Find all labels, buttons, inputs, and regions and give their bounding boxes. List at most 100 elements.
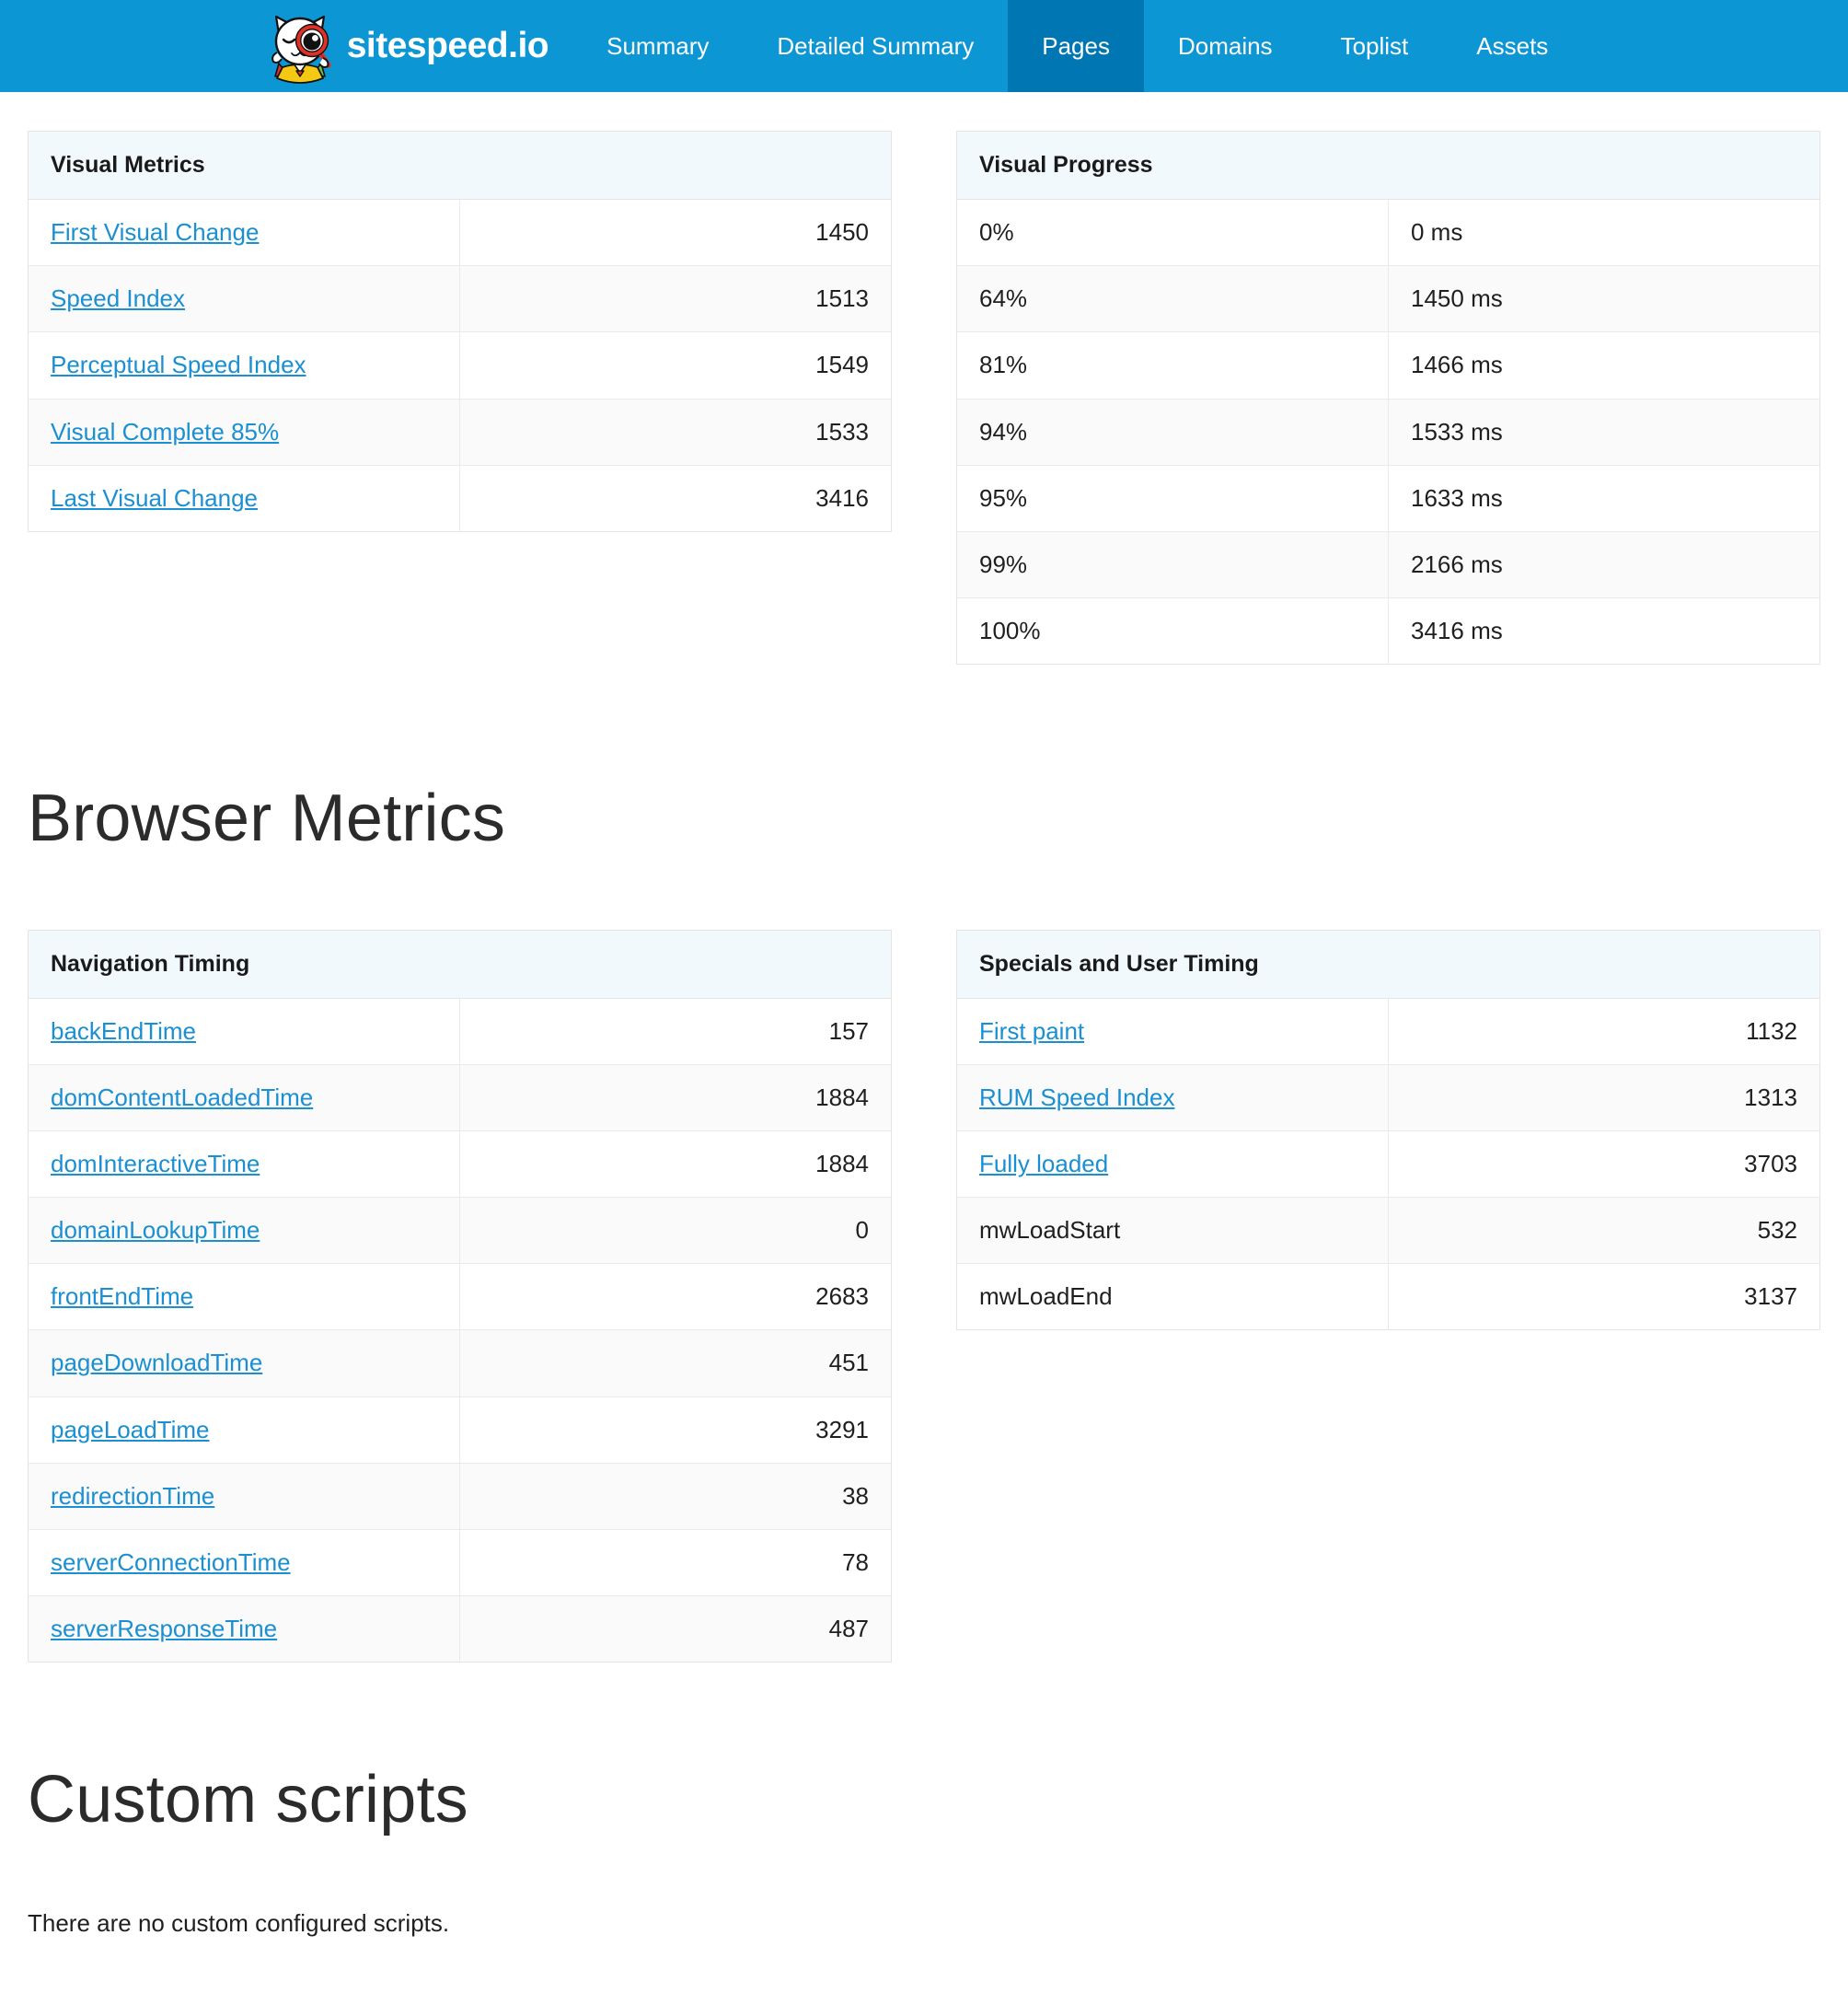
- metric-value-cell: 1549: [459, 331, 892, 400]
- progress-percent-cell: 100%: [956, 597, 1389, 665]
- metric-label-cell: First paint: [956, 997, 1389, 1065]
- metric-value-cell: 38: [459, 1462, 892, 1530]
- visual-progress-title: Visual Progress: [956, 131, 1820, 200]
- metric-value-cell: 1884: [459, 1063, 892, 1131]
- metric-value-cell: 487: [459, 1595, 892, 1663]
- table-row: mwLoadEnd 3137: [956, 1263, 1820, 1330]
- visual-progress-column: Visual Progress 0% 0 ms 64% 1450 ms 81% …: [956, 131, 1820, 666]
- metric-link[interactable]: Perceptual Speed Index: [51, 351, 306, 378]
- metric-link[interactable]: First paint: [979, 1017, 1084, 1045]
- metric-label-cell: domContentLoadedTime: [28, 1063, 460, 1131]
- nav-item-domains[interactable]: Domains: [1144, 0, 1307, 92]
- metric-value-cell: 3416: [459, 464, 892, 532]
- metric-label-cell: Visual Complete 85%: [28, 398, 460, 466]
- top-navigation-bar: sitespeed.io Summary Detailed Summary Pa…: [0, 0, 1848, 92]
- metric-label-cell: pageDownloadTime: [28, 1329, 460, 1397]
- nav-item-assets[interactable]: Assets: [1442, 0, 1582, 92]
- navigation-timing-table: Navigation Timing backEndTime 157 domCon…: [28, 929, 892, 1663]
- table-row: 94% 1533 ms: [956, 398, 1820, 466]
- metric-value-cell: 1533: [459, 398, 892, 466]
- specials-user-timing-title: Specials and User Timing: [956, 930, 1820, 999]
- metric-link[interactable]: RUM Speed Index: [979, 1083, 1174, 1111]
- metric-label-cell: Last Visual Change: [28, 464, 460, 532]
- table-row: 0% 0 ms: [956, 198, 1820, 266]
- metric-label-cell: redirectionTime: [28, 1462, 460, 1530]
- nav-item-detailed-summary[interactable]: Detailed Summary: [743, 0, 1008, 92]
- nav-item-label: Detailed Summary: [777, 32, 975, 60]
- table-row: serverResponseTime 487: [28, 1595, 892, 1663]
- nav-item-summary[interactable]: Summary: [572, 0, 743, 92]
- metric-link[interactable]: domInteractiveTime: [51, 1150, 260, 1177]
- table-row: RUM Speed Index 1313: [956, 1063, 1820, 1131]
- table-row: redirectionTime 38: [28, 1462, 892, 1530]
- metric-link[interactable]: First Visual Change: [51, 218, 259, 246]
- brand-home-link[interactable]: sitespeed.io: [266, 0, 572, 92]
- metric-label-cell: Fully loaded: [956, 1130, 1389, 1198]
- metric-link[interactable]: backEndTime: [51, 1017, 196, 1045]
- metric-value-cell: 451: [459, 1329, 892, 1397]
- metric-link[interactable]: Speed Index: [51, 284, 185, 312]
- metric-link[interactable]: Fully loaded: [979, 1150, 1108, 1177]
- table-header-row: Navigation Timing: [28, 930, 892, 999]
- browser-metrics-row: Navigation Timing backEndTime 157 domCon…: [28, 929, 1820, 1663]
- browser-metrics-heading: Browser Metrics: [28, 782, 506, 856]
- metric-link[interactable]: domContentLoadedTime: [51, 1083, 313, 1111]
- table-row: 64% 1450 ms: [956, 265, 1820, 332]
- table-row: serverConnectionTime 78: [28, 1528, 892, 1596]
- nav-item-toplist[interactable]: Toplist: [1307, 0, 1443, 92]
- metric-label-cell: mwLoadEnd: [956, 1263, 1389, 1330]
- table-header-row: Specials and User Timing: [956, 930, 1820, 999]
- metric-value-cell: 1884: [459, 1130, 892, 1198]
- nav-item-label: Summary: [606, 32, 710, 60]
- metric-value-cell: 1513: [459, 265, 892, 332]
- table-header-row: Visual Progress: [956, 131, 1820, 200]
- table-row: frontEndTime 2683: [28, 1263, 892, 1330]
- progress-time-cell: 1450 ms: [1388, 265, 1820, 332]
- table-row: First paint 1132: [956, 997, 1820, 1065]
- metric-value-cell: 157: [459, 997, 892, 1065]
- nav-item-label: Toplist: [1340, 32, 1409, 60]
- metric-value-cell: 78: [459, 1528, 892, 1596]
- metric-link[interactable]: serverResponseTime: [51, 1615, 277, 1642]
- metric-link[interactable]: pageDownloadTime: [51, 1349, 262, 1376]
- table-row: 100% 3416 ms: [956, 597, 1820, 665]
- metric-link[interactable]: frontEndTime: [51, 1282, 193, 1310]
- table-row: pageLoadTime 3291: [28, 1396, 892, 1464]
- metric-value-cell: 1450: [459, 198, 892, 266]
- progress-time-cell: 3416 ms: [1388, 597, 1820, 665]
- progress-percent-cell: 81%: [956, 331, 1389, 400]
- table-row: Fully loaded 3703: [956, 1130, 1820, 1198]
- metric-value-cell: 532: [1388, 1197, 1820, 1264]
- table-row: 81% 1466 ms: [956, 331, 1820, 400]
- custom-scripts-heading: Custom scripts: [28, 1763, 468, 1837]
- metric-link[interactable]: serverConnectionTime: [51, 1548, 291, 1576]
- metric-link[interactable]: domainLookupTime: [51, 1216, 260, 1244]
- page-content: Visual Metrics First Visual Change 1450 …: [0, 92, 1848, 1993]
- metric-link[interactable]: Last Visual Change: [51, 484, 258, 512]
- progress-time-cell: 1633 ms: [1388, 464, 1820, 532]
- metric-link[interactable]: pageLoadTime: [51, 1416, 210, 1443]
- navigation-timing-title: Navigation Timing: [28, 930, 892, 999]
- progress-time-cell: 1533 ms: [1388, 398, 1820, 466]
- metric-label-cell: frontEndTime: [28, 1263, 460, 1330]
- nav-item-pages[interactable]: Pages: [1008, 0, 1144, 92]
- progress-percent-cell: 94%: [956, 398, 1389, 466]
- metric-link[interactable]: redirectionTime: [51, 1482, 214, 1510]
- metric-value-cell: 3137: [1388, 1263, 1820, 1330]
- metric-value-cell: 1132: [1388, 997, 1820, 1065]
- progress-percent-cell: 99%: [956, 530, 1389, 598]
- metric-link[interactable]: Visual Complete 85%: [51, 418, 279, 446]
- table-row: domainLookupTime 0: [28, 1197, 892, 1264]
- specials-user-timing-column: Specials and User Timing First paint 113…: [956, 929, 1820, 1331]
- nav-inner: sitespeed.io Summary Detailed Summary Pa…: [266, 0, 1583, 92]
- visual-progress-body: 0% 0 ms 64% 1450 ms 81% 1466 ms 94% 1533…: [956, 198, 1820, 665]
- custom-scripts-empty-message: There are no custom configured scripts.: [28, 1908, 450, 1937]
- visual-metrics-title: Visual Metrics: [28, 131, 892, 200]
- metric-label-cell: serverResponseTime: [28, 1595, 460, 1663]
- visual-metrics-table: Visual Metrics First Visual Change 1450 …: [28, 131, 892, 532]
